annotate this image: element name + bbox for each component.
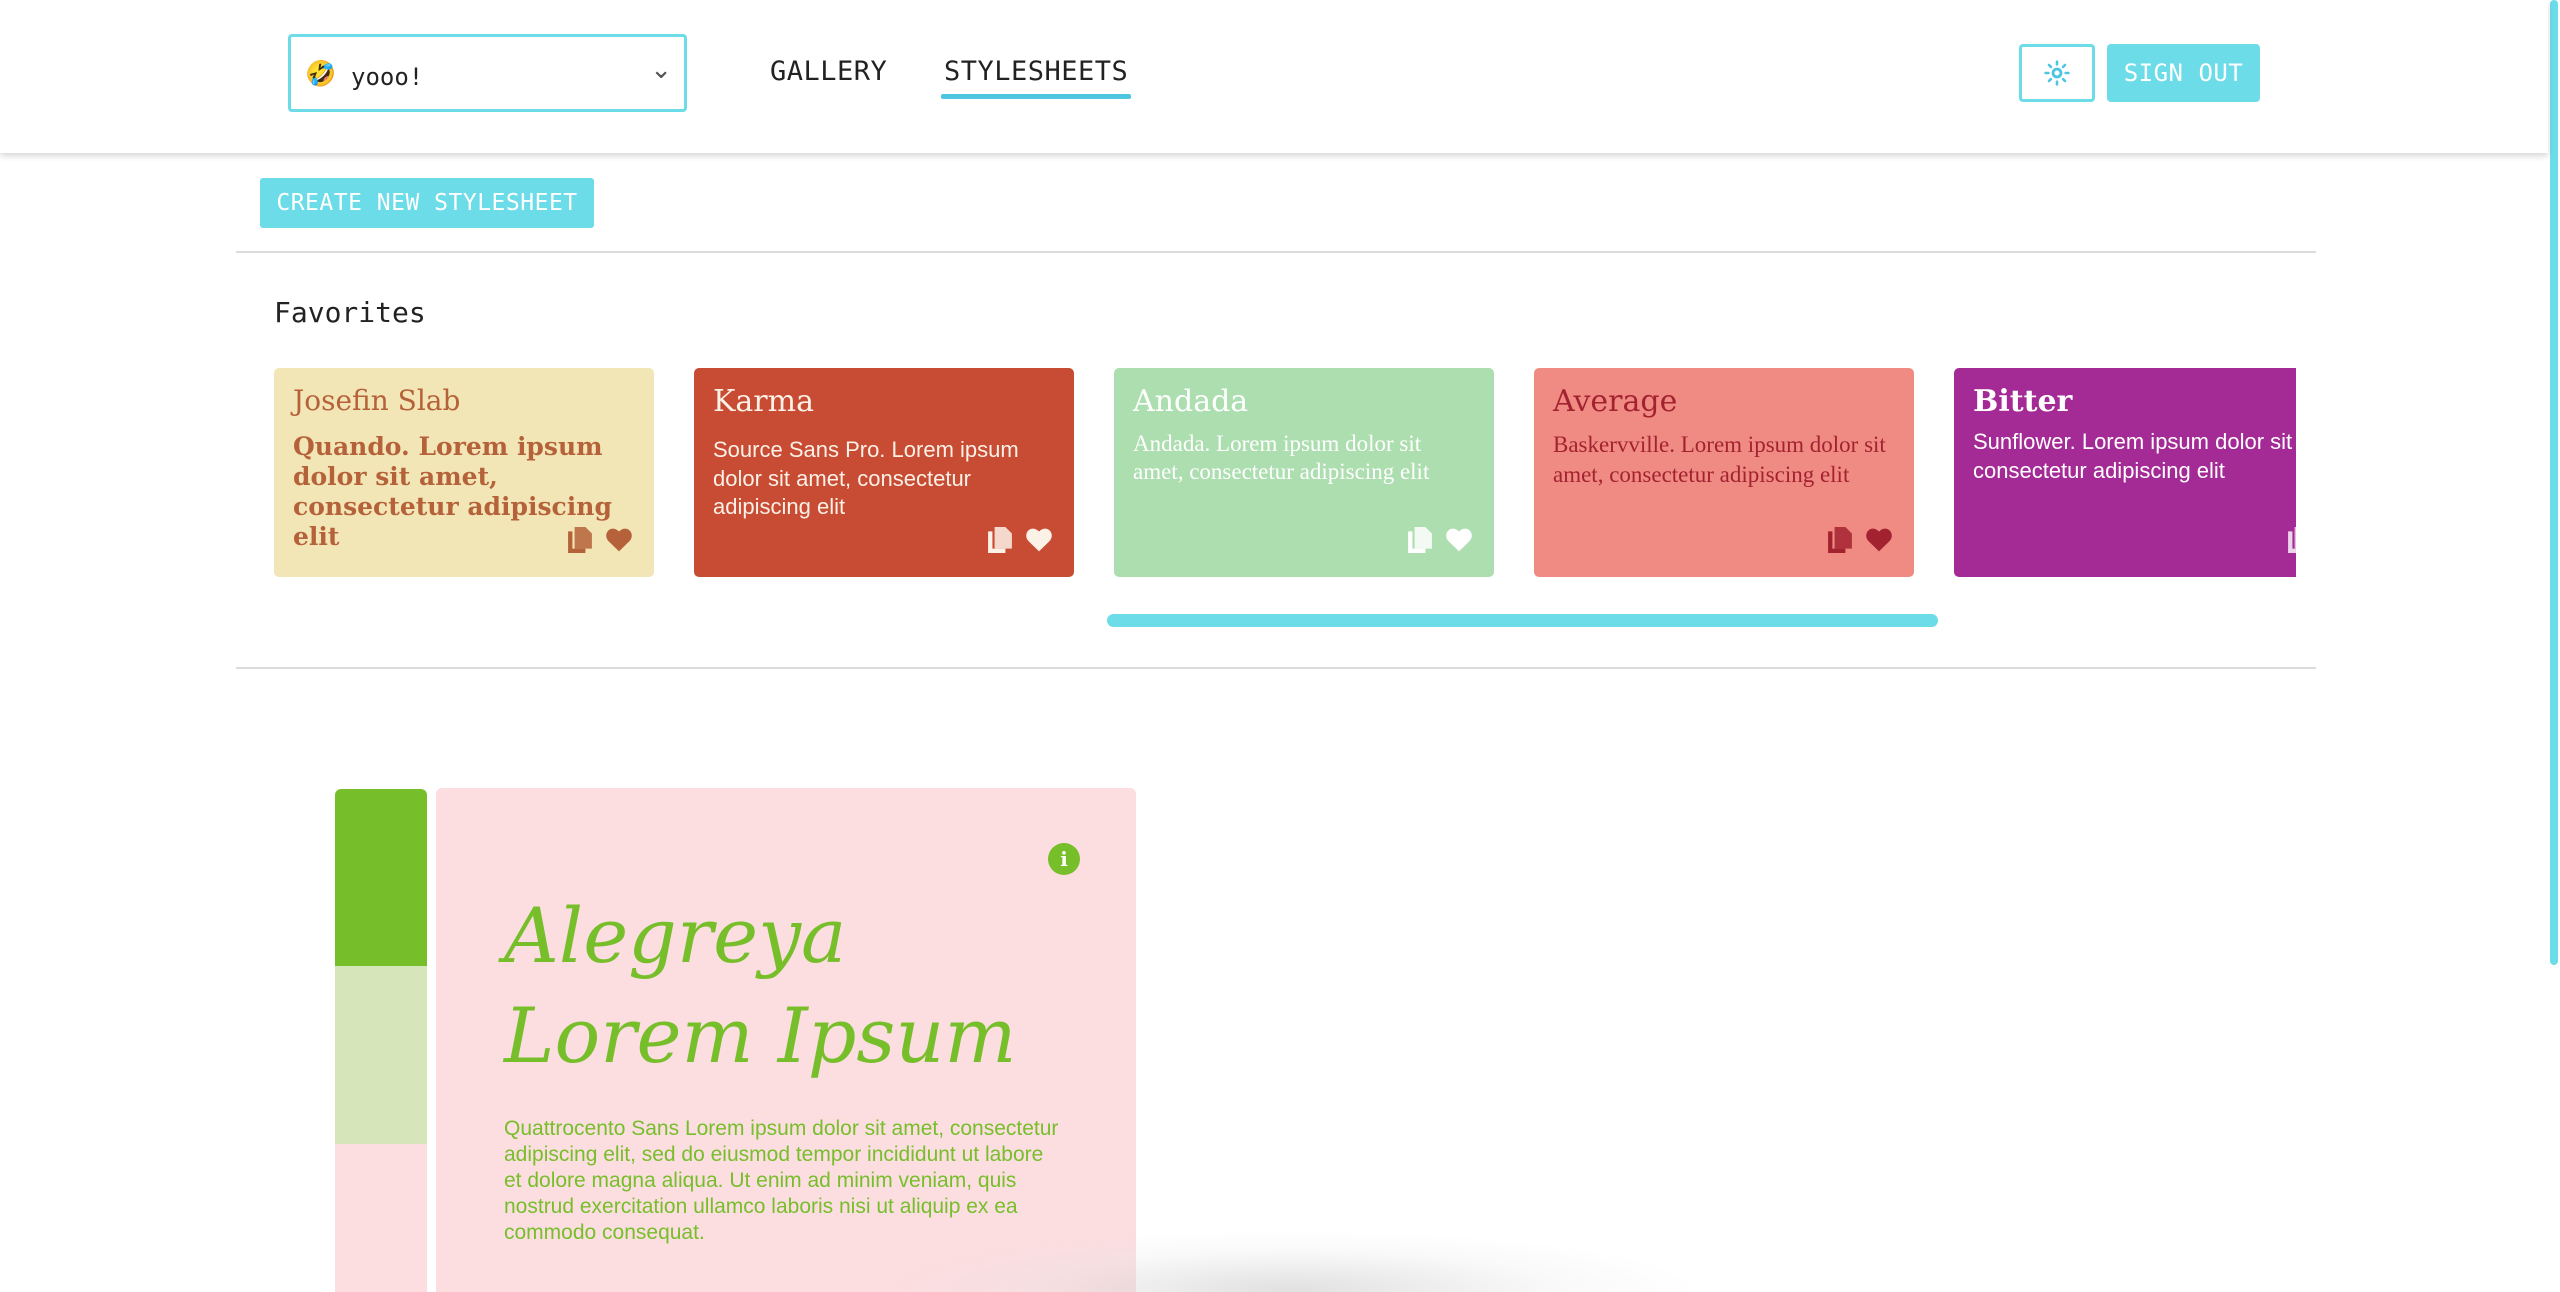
- card-title: Andada: [1133, 384, 1249, 419]
- card-title: Karma: [713, 384, 814, 419]
- preview-title: Alegreya Lorem Ipsum: [504, 891, 1017, 1080]
- preview-body: Quattrocento Sans Lorem ipsum dolor sit …: [504, 1117, 1059, 1244]
- copy-icon[interactable]: [2288, 527, 2296, 557]
- heart-icon[interactable]: [1026, 527, 1052, 557]
- stylesheet-card[interactable]: Average Baskervville. Lorem ipsum dolor …: [1534, 368, 1914, 577]
- stylesheet-preview[interactable]: i Alegreya Lorem Ipsum Quattrocento Sans…: [436, 788, 1136, 1292]
- card-body: Sunflower. Lorem ipsum dolor sit amet, c…: [1973, 429, 2296, 483]
- palette-swatch: [335, 1144, 427, 1292]
- favorites-carousel[interactable]: Josefin Slab Quando. Lorem ipsum dolor s…: [274, 368, 2296, 578]
- account-select[interactable]: 🤣 yooo! ⌄: [288, 34, 687, 112]
- copy-icon[interactable]: [1408, 527, 1432, 557]
- sign-out-button[interactable]: SIGN OUT: [2107, 44, 2260, 102]
- copy-icon[interactable]: [1828, 527, 1852, 557]
- card-title: Josefin Slab: [293, 384, 461, 417]
- favorites-heading: Favorites: [274, 296, 426, 329]
- divider: [236, 251, 2316, 253]
- card-body: Source Sans Pro. Lorem ipsum dolor sit a…: [713, 437, 1019, 520]
- copy-icon[interactable]: [988, 527, 1012, 557]
- tab-gallery[interactable]: GALLERY: [770, 56, 887, 95]
- info-icon[interactable]: i: [1048, 843, 1080, 875]
- card-body: Andada. Lorem ipsum dolor sit amet, cons…: [1133, 431, 1430, 484]
- heart-icon[interactable]: [606, 527, 632, 557]
- card-title: Bitter: [1973, 384, 2073, 419]
- heart-icon[interactable]: [1446, 527, 1472, 557]
- heart-icon[interactable]: [1866, 527, 1892, 557]
- theme-toggle-button[interactable]: [2019, 44, 2095, 102]
- stylesheet-card[interactable]: Andada Andada. Lorem ipsum dolor sit ame…: [1114, 368, 1494, 577]
- account-emoji: 🤣: [305, 59, 337, 88]
- top-header: 🤣 yooo! ⌄ GALLERY STYLESHEETS SIGN OUT: [0, 0, 2548, 153]
- chevron-down-icon: ⌄: [650, 55, 672, 85]
- account-name: yooo!: [351, 63, 424, 91]
- card-title: Average: [1553, 384, 1678, 419]
- scrollbar-thumb[interactable]: [2550, 0, 2558, 965]
- overlay-shadow: [880, 1230, 1700, 1292]
- copy-icon[interactable]: [568, 527, 592, 557]
- page-scrollbar[interactable]: [2548, 0, 2560, 1292]
- create-stylesheet-button[interactable]: CREATE NEW STYLESHEET: [260, 178, 594, 228]
- sun-icon: [2044, 60, 2070, 86]
- palette-swatch: [335, 789, 427, 966]
- palette-swatch: [335, 966, 427, 1144]
- color-palette: [335, 789, 427, 1292]
- tab-stylesheets[interactable]: STYLESHEETS: [940, 56, 1132, 99]
- carousel-scrollbar[interactable]: [1107, 614, 1938, 627]
- stylesheet-card[interactable]: Karma Source Sans Pro. Lorem ipsum dolor…: [694, 368, 1074, 577]
- stylesheet-card[interactable]: Bitter Sunflower. Lorem ipsum dolor sit …: [1954, 368, 2296, 577]
- card-body: Baskervville. Lorem ipsum dolor sit amet…: [1553, 432, 1886, 487]
- divider: [236, 667, 2316, 669]
- stylesheet-card[interactable]: Josefin Slab Quando. Lorem ipsum dolor s…: [274, 368, 654, 577]
